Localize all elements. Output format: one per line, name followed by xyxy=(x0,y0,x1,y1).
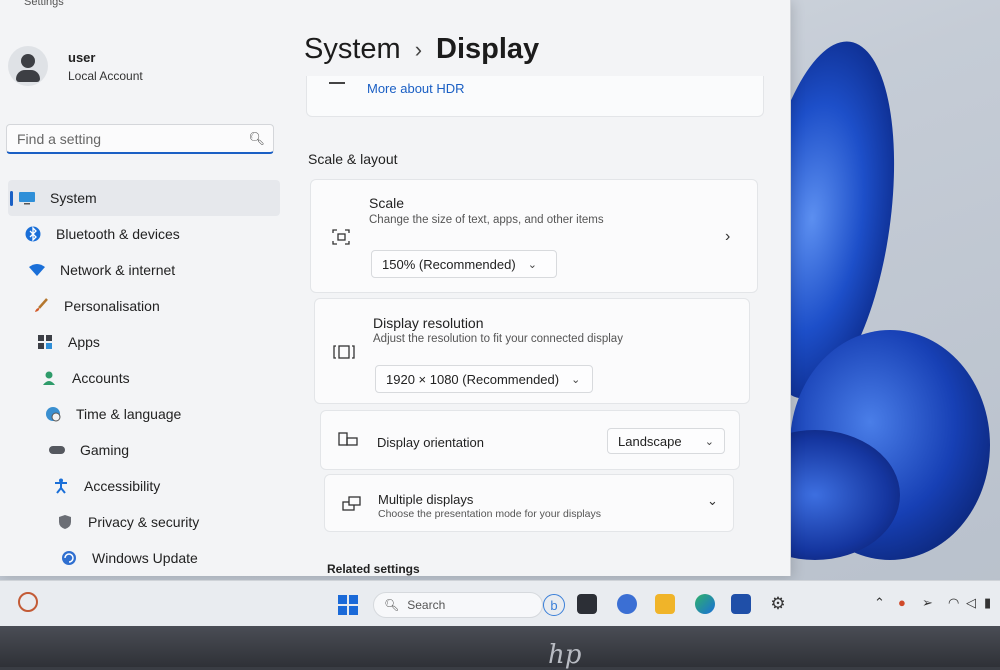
user-profile[interactable]: user Local Account xyxy=(8,46,143,86)
settings-window: Settings user Local Account 🔍︎ System Bl… xyxy=(0,0,791,576)
multiple-displays-card[interactable]: Multiple displays Choose the presentatio… xyxy=(324,474,734,532)
sidebar-item-label: Network & internet xyxy=(60,262,176,278)
location-icon[interactable]: ➢ xyxy=(922,595,933,611)
search-icon[interactable]: 🔍︎ xyxy=(248,131,265,147)
sidebar-item-accessibility[interactable]: Accessibility xyxy=(8,468,280,504)
resolution-icon xyxy=(333,343,355,366)
chevron-right-icon: › xyxy=(414,36,423,62)
sidebar-item-label: Accessibility xyxy=(84,478,161,494)
orientation-value: Landscape xyxy=(618,433,682,449)
sidebar-item-label: Accounts xyxy=(72,370,130,386)
sidebar-item-bluetooth[interactable]: Bluetooth & devices xyxy=(8,216,280,252)
wifi-icon[interactable]: ◠ xyxy=(948,595,959,611)
taskbar: 🔍︎ Search b ⚙ ⌃ ● ➢ ◠ ◁ ▮ xyxy=(0,580,1000,627)
battery-icon[interactable]: ▮ xyxy=(984,595,991,611)
chevron-down-icon: ⌄ xyxy=(571,373,581,386)
sidebar-item-system[interactable]: System xyxy=(8,180,280,216)
chevron-up-icon[interactable]: ⌃ xyxy=(874,595,885,611)
more-about-hdr-link[interactable]: More about HDR xyxy=(367,81,465,96)
sidebar-item-label: Personalisation xyxy=(64,298,160,314)
chevron-down-icon[interactable]: ⌄ xyxy=(707,493,718,509)
sidebar-item-label: System xyxy=(50,190,97,206)
update-icon xyxy=(60,549,78,567)
resolution-value: 1920 × 1080 (Recommended) xyxy=(386,371,560,387)
chevron-down-icon: ⌄ xyxy=(527,258,537,271)
sidebar-item-gaming[interactable]: Gaming xyxy=(8,432,280,468)
account-type: Local Account xyxy=(68,68,143,83)
breadcrumb-parent[interactable]: System xyxy=(304,33,401,66)
sidebar-item-label: Gaming xyxy=(80,442,130,458)
hp-logo: hp xyxy=(548,640,582,670)
hdr-card: More about HDR xyxy=(306,76,764,117)
scale-title: Scale xyxy=(369,195,405,211)
scale-value: 150% (Recommended) xyxy=(382,256,516,272)
orientation-dropdown[interactable]: Landscape ⌄ xyxy=(607,428,725,454)
sidebar-item-time-language[interactable]: Time & language xyxy=(8,396,280,432)
store-icon[interactable] xyxy=(731,594,751,614)
start-button[interactable] xyxy=(338,595,358,615)
bluetooth-icon xyxy=(24,225,42,243)
resolution-description: Adjust the resolution to fit your connec… xyxy=(373,333,623,345)
search-icon: 🔍︎ xyxy=(384,598,400,612)
user-name: user xyxy=(68,49,96,65)
section-related-settings: Related settings xyxy=(327,562,420,576)
volume-icon[interactable]: ◁ xyxy=(966,595,976,611)
taskbar-search[interactable]: 🔍︎ Search xyxy=(373,592,543,618)
sidebar-item-windows-update[interactable]: Windows Update xyxy=(8,540,280,576)
section-scale-layout: Scale & layout xyxy=(308,151,398,167)
multiple-displays-description: Choose the presentation mode for your di… xyxy=(378,508,601,520)
monitor-icon xyxy=(18,189,36,207)
window-title: Settings xyxy=(24,0,64,8)
wifi-icon xyxy=(28,261,46,279)
widgets-icon[interactable] xyxy=(18,592,38,612)
scale-description: Change the size of text, apps, and other… xyxy=(369,214,604,226)
chat-icon[interactable] xyxy=(617,594,637,614)
avatar xyxy=(8,46,48,86)
sidebar-nav: System Bluetooth & devices Network & int… xyxy=(8,180,280,576)
edge-icon[interactable] xyxy=(695,594,715,614)
globe-clock-icon xyxy=(44,405,62,423)
sidebar-item-label: Privacy & security xyxy=(88,514,200,530)
multiple-displays-title: Multiple displays xyxy=(378,492,474,507)
breadcrumb-current: Display xyxy=(436,33,540,65)
shield-icon xyxy=(56,513,74,531)
sidebar-item-accounts[interactable]: Accounts xyxy=(8,360,280,396)
settings-gear-icon[interactable]: ⚙ xyxy=(768,594,788,614)
sidebar-item-label: Apps xyxy=(68,334,100,350)
display-resolution-card: Display resolution Adjust the resolution… xyxy=(314,298,750,404)
gamepad-icon xyxy=(48,441,66,459)
brush-icon xyxy=(32,297,50,315)
chevron-right-icon[interactable]: › xyxy=(725,228,730,246)
taskbar-search-label: Search xyxy=(407,598,446,612)
photo-viewer-icon[interactable] xyxy=(577,594,597,614)
display-orientation-card: Display orientation Landscape ⌄ xyxy=(320,410,740,470)
multiple-displays-icon xyxy=(342,496,362,517)
person-icon xyxy=(40,369,58,387)
sidebar-item-label: Windows Update xyxy=(92,550,198,566)
sidebar-item-apps[interactable]: Apps xyxy=(8,324,280,360)
sidebar-item-label: Time & language xyxy=(76,406,182,422)
search-input[interactable] xyxy=(15,129,249,148)
monitor-bezel xyxy=(0,626,1000,667)
sidebar-item-privacy[interactable]: Privacy & security xyxy=(8,504,280,540)
file-explorer-icon[interactable] xyxy=(655,594,675,614)
sidebar-item-personalisation[interactable]: Personalisation xyxy=(8,288,280,324)
orientation-icon xyxy=(338,432,358,453)
page-title: System › Display xyxy=(304,33,539,66)
scale-icon xyxy=(331,228,351,251)
search-box: 🔍︎ xyxy=(6,124,274,154)
norton-icon[interactable]: ● xyxy=(898,595,906,610)
apps-icon xyxy=(36,333,54,351)
sidebar-item-network[interactable]: Network & internet xyxy=(8,252,280,288)
chevron-down-icon: ⌄ xyxy=(704,435,714,448)
accessibility-icon xyxy=(52,477,70,495)
resolution-title: Display resolution xyxy=(373,315,484,331)
scale-dropdown[interactable]: 150% (Recommended) ⌄ xyxy=(371,250,557,278)
orientation-title: Display orientation xyxy=(377,435,484,450)
scale-card[interactable]: Scale Change the size of text, apps, and… xyxy=(310,179,758,293)
sidebar-item-label: Bluetooth & devices xyxy=(56,226,180,242)
copilot-icon[interactable]: b xyxy=(543,594,565,616)
dash-icon xyxy=(329,82,345,84)
resolution-dropdown[interactable]: 1920 × 1080 (Recommended) ⌄ xyxy=(375,365,593,393)
